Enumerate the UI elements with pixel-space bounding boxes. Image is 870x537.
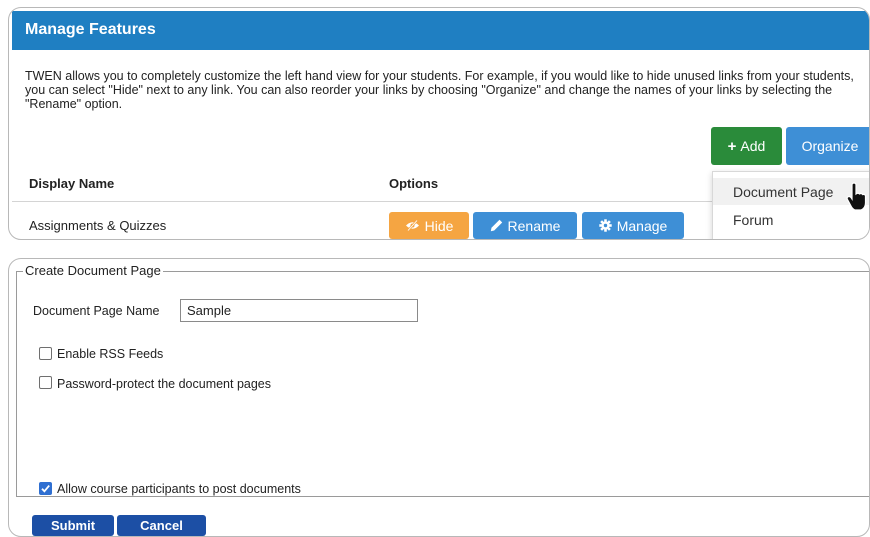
column-header-display-name: Display Name [29,176,115,191]
create-document-page-fieldset: Create Document Page Document Page Name … [16,263,869,497]
cancel-button-label: Cancel [140,518,183,533]
plus-icon: + [727,137,737,155]
panel-header: Manage Features [12,11,869,50]
password-protect-checkbox[interactable] [39,376,52,389]
panel-title: Manage Features [25,21,156,38]
gear-icon [599,219,612,232]
rename-button[interactable]: Rename [473,212,577,239]
hide-button-label: Hide [424,217,454,234]
add-button[interactable]: + Add [711,127,782,165]
organize-button-label: Organize [801,138,859,154]
allow-posting-checkbox[interactable] [39,482,52,495]
allow-posting-label: Allow course participants to post docume… [57,482,301,496]
submit-button[interactable]: Submit [32,515,114,536]
pencil-icon [490,219,502,232]
manage-button-label: Manage [616,217,668,234]
hand-pointer-icon [846,182,867,211]
cancel-button[interactable]: Cancel [117,515,206,536]
fieldset-legend: Create Document Page [23,263,163,278]
rename-button-label: Rename [507,217,561,234]
row-display-name: Assignments & Quizzes [29,218,167,233]
eye-slash-icon [405,220,419,231]
submit-button-label: Submit [50,518,96,533]
document-page-name-label: Document Page Name [33,304,160,318]
hide-button[interactable]: Hide [389,212,469,239]
enable-rss-label: Enable RSS Feeds [57,347,164,361]
manage-button[interactable]: Manage [582,212,684,239]
document-page-name-input[interactable] [180,299,418,322]
enable-rss-checkbox[interactable] [39,347,52,360]
password-protect-label: Password-protect the document pages [57,377,272,391]
column-header-options: Options [389,176,439,191]
create-document-page-panel: Create Document Page Document Page Name … [8,258,870,537]
add-button-label: Add [740,138,766,154]
description-text: TWEN allows you to completely customize … [25,69,854,111]
manage-features-panel: Manage Features TWEN allows you to compl… [8,7,870,240]
organize-button[interactable]: Organize [786,127,869,165]
checkmark-icon [41,485,50,493]
